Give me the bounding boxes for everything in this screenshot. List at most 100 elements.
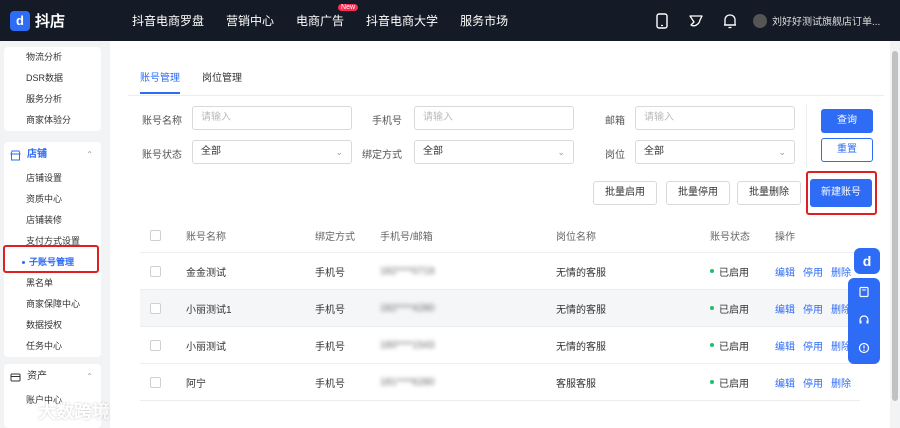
- status-dot: [710, 380, 714, 384]
- sidebar-item-logistics-analysis[interactable]: 物流分析: [4, 47, 101, 68]
- status-dot: [710, 343, 714, 347]
- bind-label: 绑定方式: [362, 150, 402, 161]
- nav-item-university[interactable]: 抖音电商大学: [366, 12, 438, 29]
- checkbox: [150, 230, 161, 241]
- row-status-label: 已启用: [719, 341, 749, 353]
- tab-post-management[interactable]: 岗位管理: [202, 69, 242, 94]
- phone-icon[interactable]: [645, 12, 679, 29]
- nav-item-ads[interactable]: 电商广告 New: [296, 4, 359, 29]
- top-right-tools: 刘好好测试旗舰店订单...: [645, 0, 900, 41]
- row-status: 已启用: [710, 364, 749, 400]
- floating-logo-icon[interactable]: d: [854, 248, 880, 274]
- watermark-text: 大数跨境: [38, 402, 110, 422]
- status-select[interactable]: 全部 ⌄: [192, 140, 352, 164]
- page-scrollbar[interactable]: [890, 41, 900, 428]
- select-all-checkbox[interactable]: [150, 219, 161, 252]
- row-post: 无情的客服: [556, 341, 606, 353]
- header-account-name: 账号名称: [186, 232, 226, 243]
- row-checkbox[interactable]: [150, 327, 161, 363]
- row-bind: 手机号: [315, 378, 345, 390]
- tab-divider: [128, 95, 884, 96]
- chevron-down-icon: ⌄: [557, 147, 565, 157]
- highlight-box-new-account: [806, 171, 877, 215]
- bind-select[interactable]: 全部 ⌄: [414, 140, 574, 164]
- email-input[interactable]: 请输入: [635, 106, 795, 130]
- edit-link[interactable]: 编辑: [775, 301, 795, 316]
- sidebar-section-assets[interactable]: 资产 ⌃: [4, 364, 101, 390]
- row-bind: 手机号: [315, 341, 345, 353]
- row-contact: 180****1543: [380, 339, 435, 351]
- table-row: 小丽测试1 手机号 182****4280 无情的客服 已启用 编辑 停用 删除: [140, 290, 860, 327]
- phone-input[interactable]: 请输入: [414, 106, 574, 130]
- row-status: 已启用: [710, 327, 749, 363]
- sidebar-group-data: 物流分析 DSR数据 服务分析 商家体验分: [4, 47, 101, 131]
- bell-icon[interactable]: [713, 13, 747, 29]
- row-contact: 182****0719: [380, 265, 435, 277]
- status-select-value: 全部: [201, 146, 221, 157]
- post-select[interactable]: 全部 ⌄: [635, 140, 795, 164]
- status-label: 账号状态: [142, 150, 182, 161]
- wallet-icon: [10, 373, 21, 381]
- nav-item-compass[interactable]: 抖音电商罗盘: [132, 12, 204, 29]
- checkbox: [150, 339, 161, 351]
- disable-link[interactable]: 停用: [803, 301, 823, 316]
- chevron-up-icon: ⌃: [86, 372, 93, 381]
- logo-text: 抖店: [35, 13, 66, 30]
- disable-link[interactable]: 停用: [803, 338, 823, 353]
- sidebar-item-experience-score[interactable]: 商家体验分: [4, 110, 101, 131]
- sidebar-item-store-settings[interactable]: 店铺设置: [4, 168, 101, 189]
- row-status-label: 已启用: [719, 304, 749, 316]
- checkbox: [150, 265, 161, 277]
- table-row: 阿宁 手机号 181****6280 客服客服 已启用 编辑 停用 删除: [140, 364, 860, 401]
- chevron-down-icon: ⌄: [778, 147, 786, 157]
- delete-link[interactable]: 删除: [831, 264, 851, 279]
- scrollbar-thumb[interactable]: [892, 51, 898, 401]
- batch-delete-button[interactable]: 批量删除: [737, 181, 801, 205]
- nav-item-service-market[interactable]: 服务市场: [460, 12, 508, 29]
- user-name[interactable]: 刘好好测试旗舰店订单...: [772, 13, 900, 28]
- filter-divider: [806, 104, 807, 168]
- delete-link[interactable]: 删除: [831, 375, 851, 390]
- top-nav: 抖音电商罗盘 营销中心 电商广告 New 抖音电商大学 服务市场: [132, 4, 530, 29]
- batch-disable-button[interactable]: 批量停用: [666, 181, 730, 205]
- row-checkbox[interactable]: [150, 253, 161, 289]
- row-post: 无情的客服: [556, 304, 606, 316]
- query-button[interactable]: 查询: [821, 109, 873, 133]
- row-account-name: 小丽测试1: [186, 304, 232, 316]
- user-avatar[interactable]: [753, 13, 767, 28]
- edit-link[interactable]: 编辑: [775, 375, 795, 390]
- main-content: 账号管理 岗位管理 账号名称 请输入 手机号 请输入 邮箱 请输入 账号状态 全…: [110, 41, 890, 428]
- nav-item-ads-label: 电商广告: [296, 14, 345, 28]
- sidebar-item-qualification[interactable]: 资质中心: [4, 189, 101, 210]
- reset-button[interactable]: 重置: [821, 138, 873, 162]
- nav-item-marketing[interactable]: 营销中心: [226, 12, 274, 29]
- sidebar-item-guarantee[interactable]: 商家保障中心: [4, 294, 101, 315]
- alert-icon[interactable]: [848, 334, 880, 362]
- row-checkbox[interactable]: [150, 364, 161, 400]
- header-bind: 绑定方式: [315, 232, 355, 243]
- row-status-label: 已启用: [719, 378, 749, 390]
- logo[interactable]: d 抖店: [10, 10, 110, 31]
- edit-link[interactable]: 编辑: [775, 338, 795, 353]
- header-post: 岗位名称: [556, 232, 596, 243]
- row-checkbox[interactable]: [150, 290, 161, 326]
- sidebar-item-dsr[interactable]: DSR数据: [4, 68, 101, 89]
- table-header: 账号名称 绑定方式 手机号/邮箱 岗位名称 账号状态 操作: [140, 219, 860, 253]
- account-name-input[interactable]: 请输入: [192, 106, 352, 130]
- headset-icon[interactable]: [848, 306, 880, 334]
- book-icon[interactable]: [848, 278, 880, 306]
- sidebar-item-data-auth[interactable]: 数据授权: [4, 315, 101, 336]
- row-status: 已启用: [710, 290, 749, 326]
- disable-link[interactable]: 停用: [803, 264, 823, 279]
- bird-icon[interactable]: [679, 13, 713, 29]
- sidebar-item-service-analysis[interactable]: 服务分析: [4, 89, 101, 110]
- sidebar-section-store[interactable]: 店铺 ⌃: [4, 142, 101, 168]
- sidebar-item-decoration[interactable]: 店铺装修: [4, 210, 101, 231]
- sidebar-item-blacklist[interactable]: 黑名单: [4, 273, 101, 294]
- batch-enable-button[interactable]: 批量启用: [593, 181, 657, 205]
- edit-link[interactable]: 编辑: [775, 264, 795, 279]
- chevron-up-icon: ⌃: [86, 150, 93, 159]
- tab-account-management[interactable]: 账号管理: [140, 69, 180, 94]
- disable-link[interactable]: 停用: [803, 375, 823, 390]
- sidebar-item-tasks[interactable]: 任务中心: [4, 336, 101, 357]
